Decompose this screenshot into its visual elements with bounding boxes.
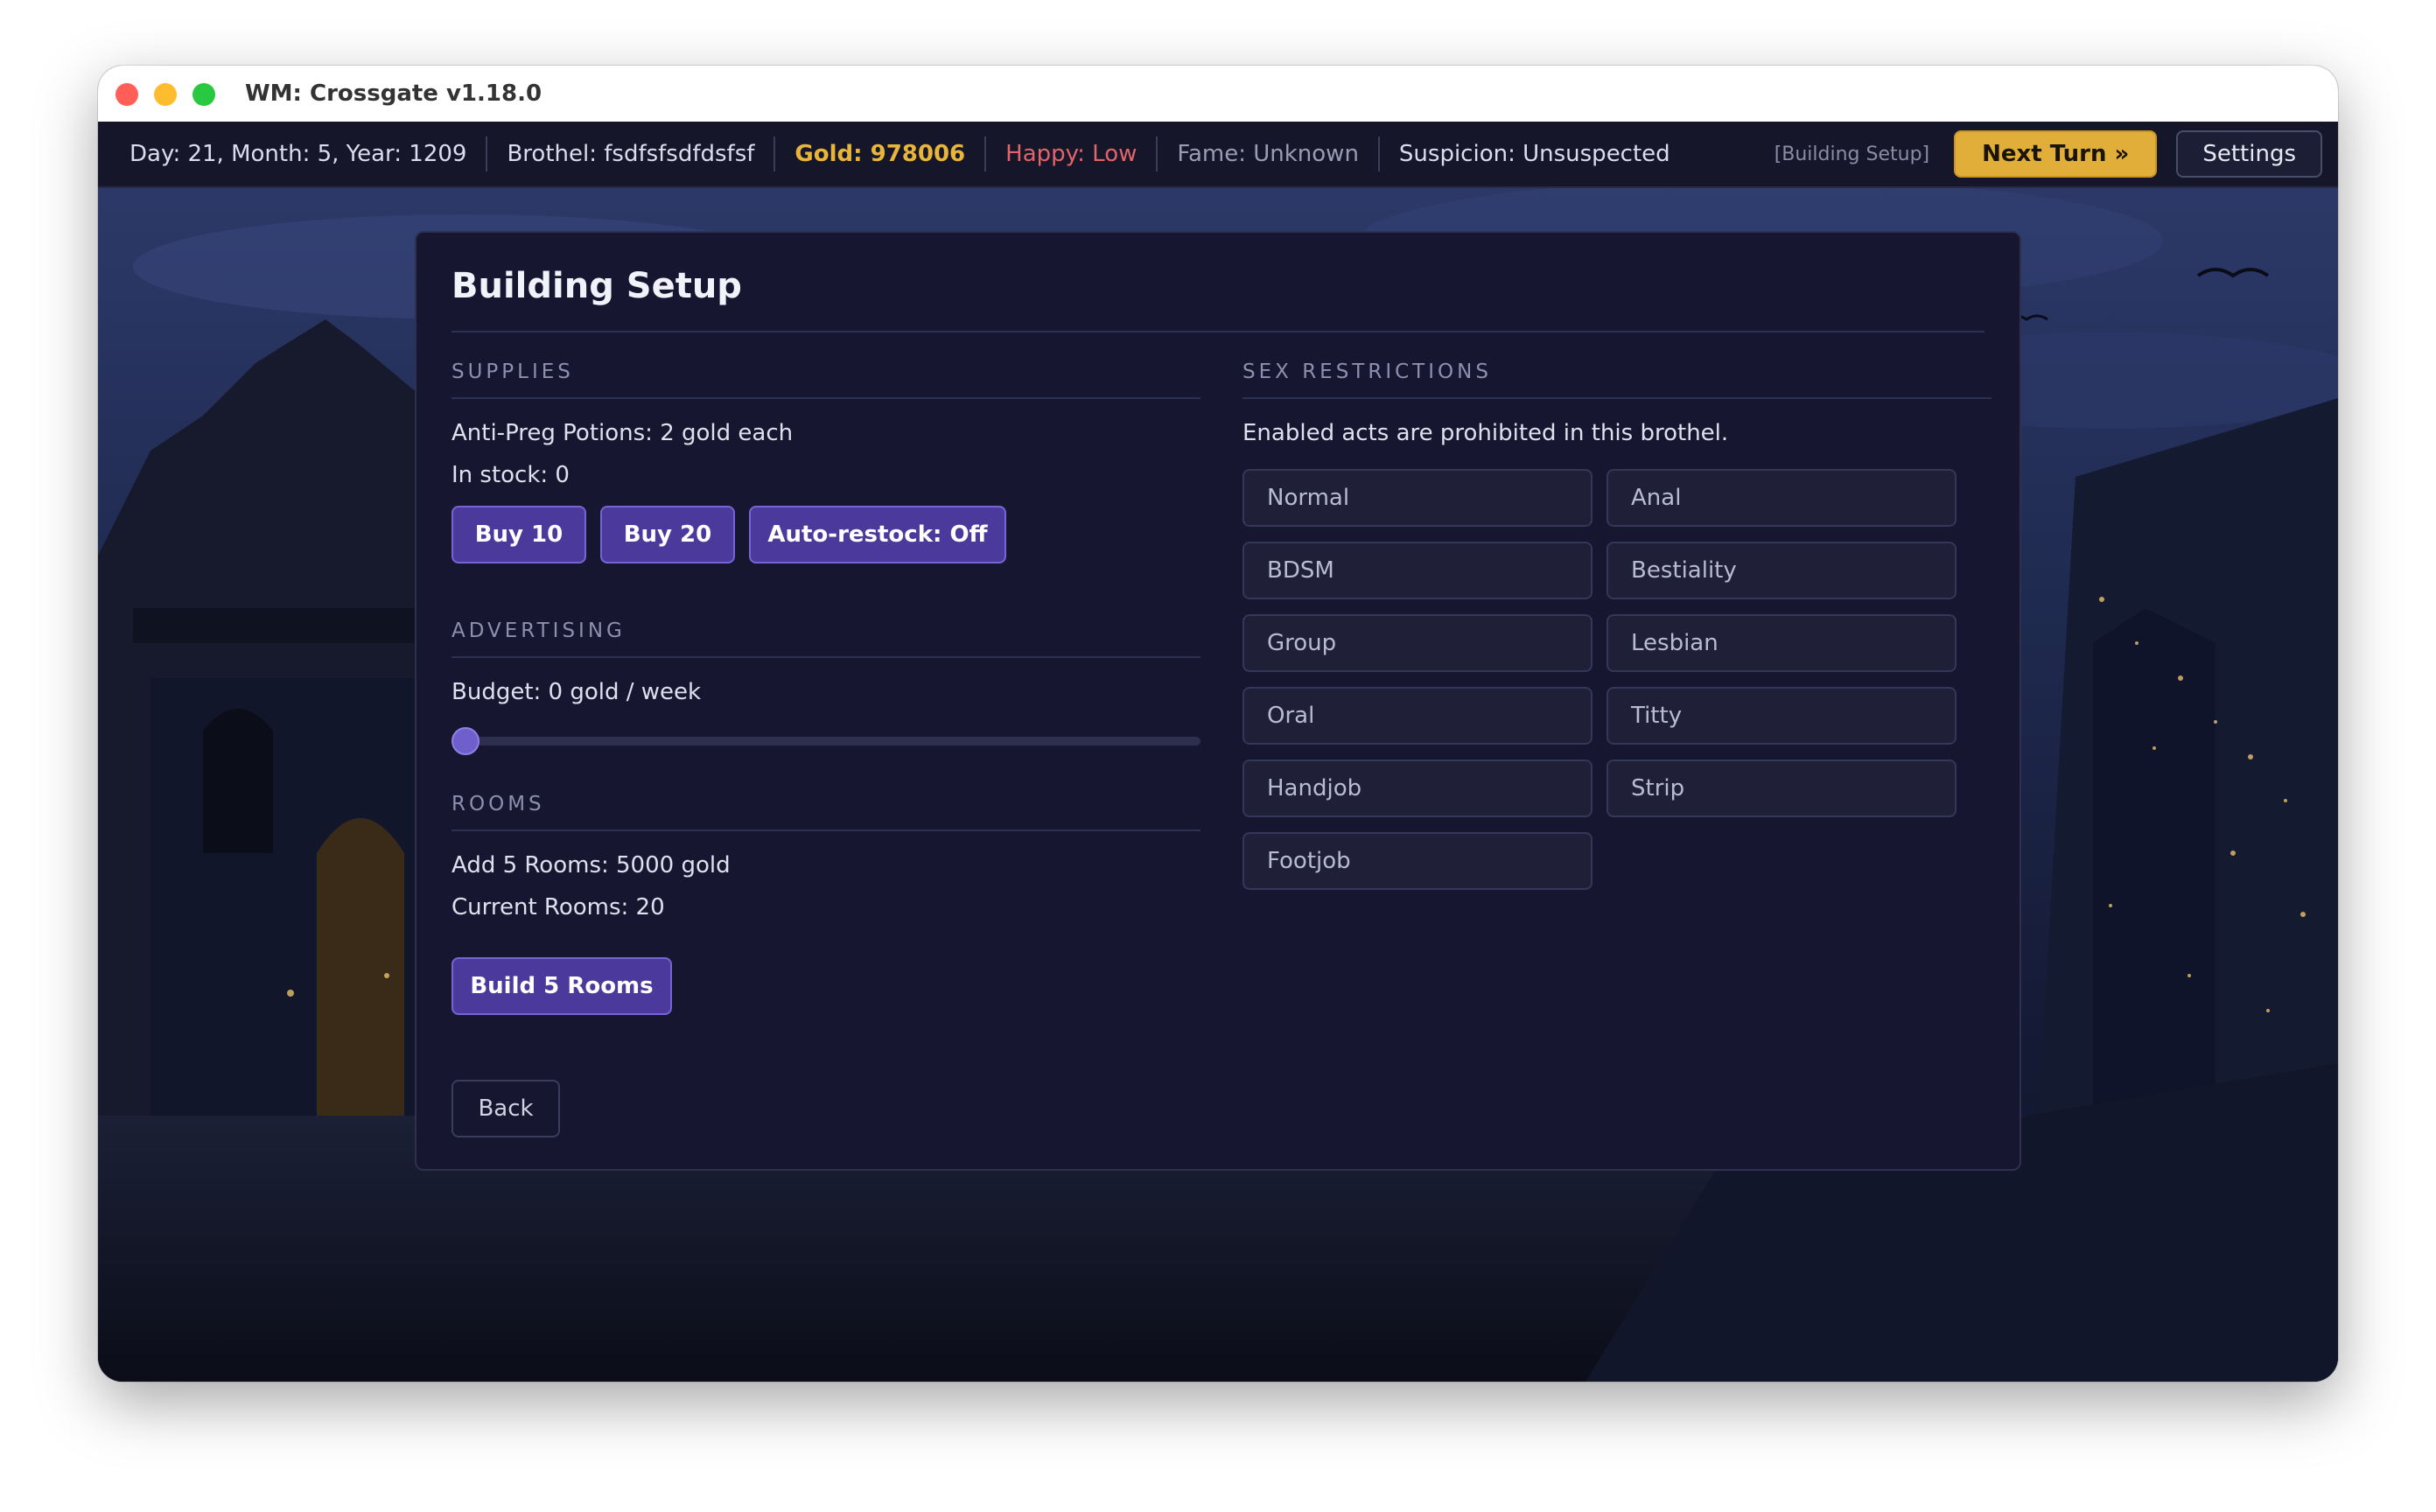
restrictions-heading: SEX RESTRICTIONS (1242, 360, 1492, 383)
next-turn-button[interactable]: Next Turn » (1954, 130, 2158, 178)
screen-tag: [Building Setup] (1774, 143, 1930, 165)
date-stat: Day: 21, Month: 5, Year: 1209 (98, 136, 488, 172)
brothel-stat: Brothel: fsdfsfsdfdsfsf (487, 136, 776, 172)
rooms-divider (452, 830, 1200, 831)
suspicion-stat: Suspicion: Unsuspected (1398, 141, 1670, 167)
title-divider (452, 331, 1984, 332)
building-setup-panel: Building Setup SUPPLIES Anti-Preg Potion… (415, 231, 2021, 1171)
act-toggle-strip[interactable]: Strip (1606, 760, 1956, 817)
close-window-button[interactable] (116, 83, 138, 106)
supplies-heading: SUPPLIES (452, 360, 574, 383)
budget-slider[interactable] (452, 727, 1200, 755)
settings-button[interactable]: Settings (2176, 130, 2322, 178)
potion-stock: In stock: 0 (452, 462, 570, 488)
act-toggle-anal[interactable]: Anal (1606, 469, 1956, 527)
build-rooms-button[interactable]: Build 5 Rooms (452, 957, 672, 1015)
act-toggle-titty[interactable]: Titty (1606, 687, 1956, 745)
act-toggle-lesbian[interactable]: Lesbian (1606, 614, 1956, 672)
potion-price: Anti-Preg Potions: 2 gold each (452, 420, 794, 446)
budget-slider-thumb[interactable] (452, 727, 480, 755)
buy-20-button[interactable]: Buy 20 (600, 506, 735, 564)
back-button[interactable]: Back (452, 1080, 560, 1138)
act-toggle-normal[interactable]: Normal (1242, 469, 1592, 527)
maximize-window-button[interactable] (192, 83, 215, 106)
act-toggle-bestiality[interactable]: Bestiality (1606, 542, 1956, 599)
auto-restock-toggle[interactable]: Auto-restock: Off (749, 506, 1006, 564)
advertising-budget: Budget: 0 gold / week (452, 679, 702, 705)
happy-stat: Happy: Low (986, 136, 1158, 172)
gold-stat: Gold: 978006 (775, 136, 987, 172)
app-window: WM: Crossgate v1.18.0 Day: 21, Month: 5,… (98, 66, 2338, 1382)
act-toggle-bdsm[interactable]: BDSM (1242, 542, 1592, 599)
panel-title: Building Setup (452, 266, 742, 306)
status-bar: Day: 21, Month: 5, Year: 1209 Brothel: f… (98, 122, 2338, 188)
buy-10-button[interactable]: Buy 10 (452, 506, 586, 564)
status-actions: [Building Setup] Next Turn » Settings (1774, 130, 2338, 178)
act-toggle-oral[interactable]: Oral (1242, 687, 1592, 745)
window-title: WM: Crossgate v1.18.0 (245, 80, 542, 107)
rooms-heading: ROOMS (452, 793, 545, 816)
advertising-divider (452, 656, 1200, 658)
act-toggle-group[interactable]: Group (1242, 614, 1592, 672)
restrictions-note: Enabled acts are prohibited in this brot… (1242, 420, 1729, 446)
current-rooms: Current Rooms: 20 (452, 894, 665, 920)
minimize-window-button[interactable] (154, 83, 177, 106)
restrictions-divider (1242, 397, 1992, 399)
rooms-price: Add 5 Rooms: 5000 gold (452, 852, 731, 878)
title-bar: WM: Crossgate v1.18.0 (98, 66, 2338, 122)
act-toggle-footjob[interactable]: Footjob (1242, 832, 1592, 890)
act-toggle-handjob[interactable]: Handjob (1242, 760, 1592, 817)
supplies-divider (452, 397, 1200, 399)
advertising-heading: ADVERTISING (452, 620, 626, 642)
fame-stat: Fame: Unknown (1158, 136, 1380, 172)
